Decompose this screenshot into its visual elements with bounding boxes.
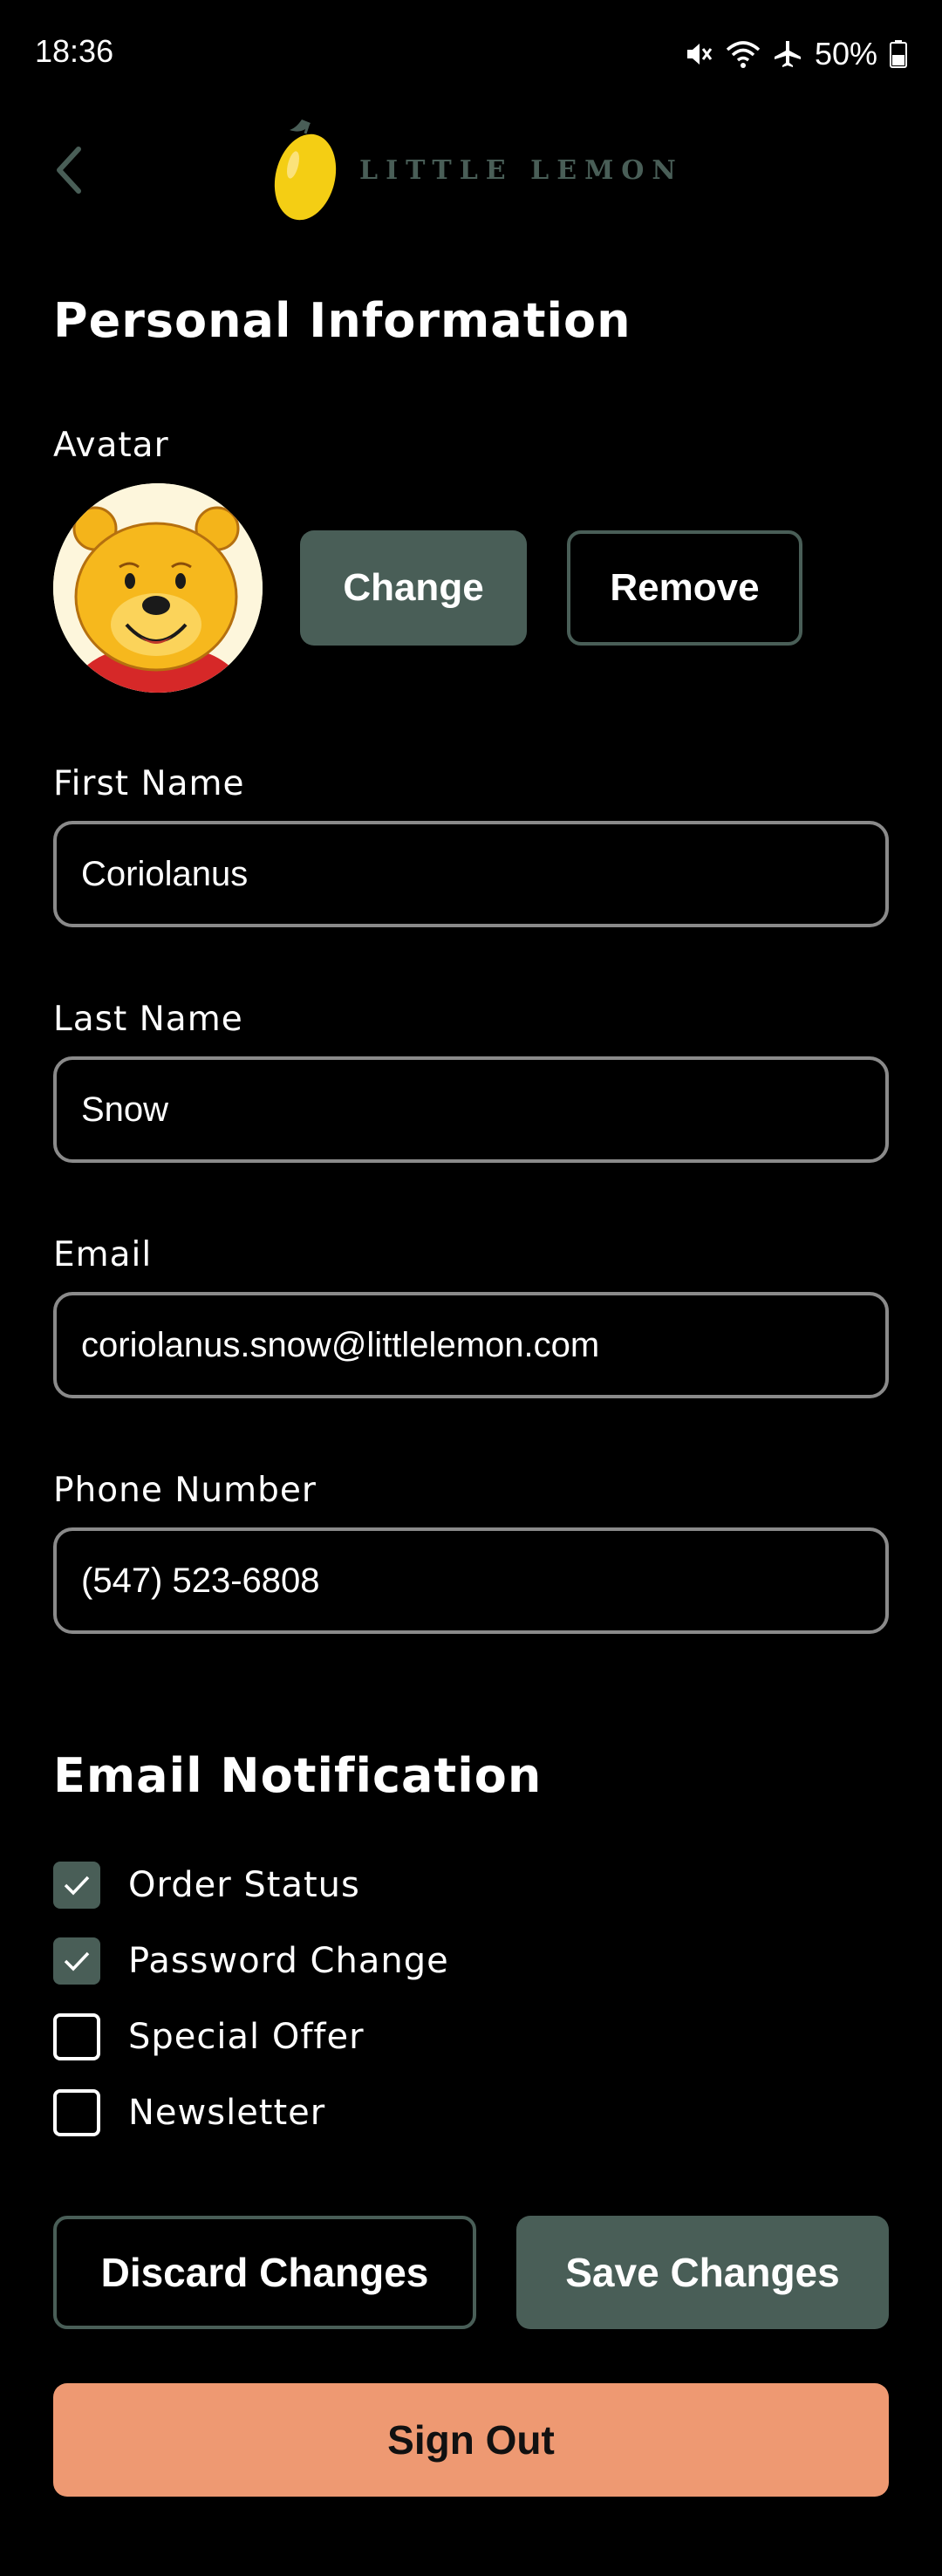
notification-option-label: Special Offer — [128, 2017, 365, 2057]
back-button[interactable] — [44, 141, 92, 199]
checkbox-checked[interactable] — [53, 1862, 100, 1909]
chevron-left-icon — [57, 147, 81, 194]
notification-option-label: Order Status — [128, 1865, 360, 1905]
notifications-title: Email Notification — [53, 1748, 543, 1803]
email-label: Email — [53, 1235, 153, 1274]
airplane-icon — [774, 41, 801, 67]
logo: LITTLE LEMON — [270, 113, 684, 227]
notification-option-order-status[interactable]: Order Status — [53, 1861, 360, 1910]
remove-avatar-button[interactable]: Remove — [567, 530, 802, 646]
checkbox-unchecked[interactable] — [53, 2089, 100, 2136]
discard-changes-button[interactable]: Discard Changes — [53, 2216, 476, 2329]
first-name-label: First Name — [53, 764, 245, 803]
last-name-input[interactable] — [53, 1056, 889, 1163]
status-icons: 50% — [684, 33, 907, 75]
mute-icon — [686, 44, 713, 65]
battery-icon — [890, 40, 907, 68]
checkbox-checked[interactable] — [53, 1937, 100, 1985]
wifi-icon — [726, 41, 761, 68]
phone-input[interactable] — [53, 1527, 889, 1634]
phone-label: Phone Number — [53, 1471, 317, 1510]
sign-out-button[interactable]: Sign Out — [53, 2383, 889, 2497]
last-name-label: Last Name — [53, 1000, 243, 1039]
battery-percent: 50% — [814, 36, 877, 72]
first-name-input[interactable] — [53, 821, 889, 927]
notification-option-special-offer[interactable]: Special Offer — [53, 2012, 365, 2061]
save-changes-button[interactable]: Save Changes — [516, 2216, 889, 2329]
change-avatar-button[interactable]: Change — [300, 530, 527, 646]
avatar-label: Avatar — [53, 426, 169, 465]
check-icon — [64, 1951, 90, 1971]
status-time: 18:36 — [35, 33, 114, 69]
check-icon — [64, 1876, 90, 1896]
lemon-icon — [274, 120, 337, 221]
notification-option-newsletter[interactable]: Newsletter — [53, 2088, 325, 2137]
page-title: Personal Information — [53, 293, 631, 348]
checkbox-unchecked[interactable] — [53, 2013, 100, 2060]
logo-text: LITTLE LEMON — [359, 154, 684, 186]
bear-avatar-image — [53, 483, 263, 693]
avatar — [53, 483, 263, 693]
notification-option-label: Newsletter — [128, 2093, 326, 2133]
notification-option-label: Password Change — [128, 1941, 449, 1981]
email-input[interactable] — [53, 1292, 889, 1398]
notification-option-password-change[interactable]: Password Change — [53, 1937, 449, 1985]
